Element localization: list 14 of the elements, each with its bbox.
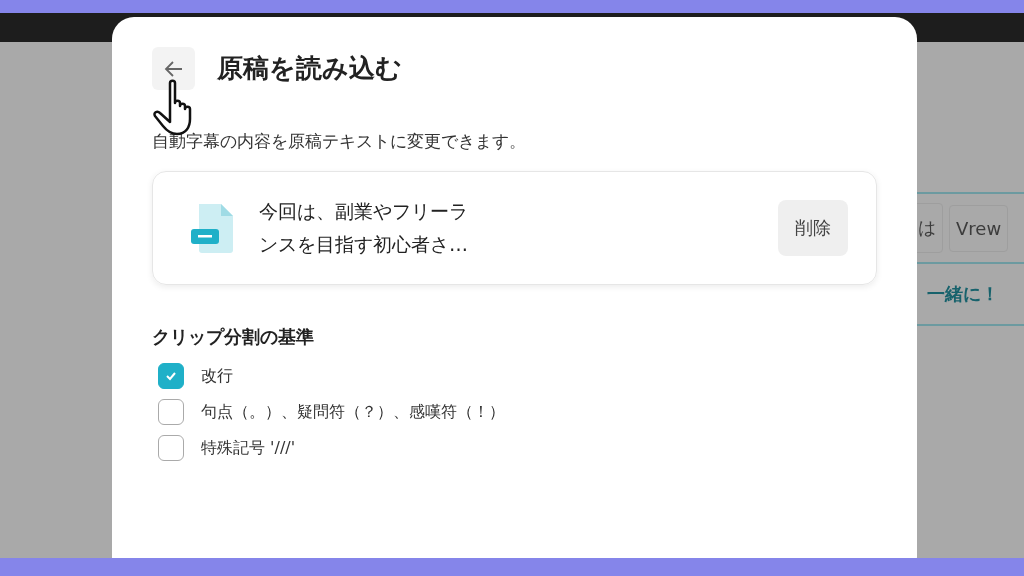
section-title: クリップ分割の基準 [152,325,315,349]
file-preview-text: 今回は、副業やフリーランスを目指す初心者さ… [259,198,469,257]
description-text: 自動字幕の内容を原稿テキストに変更できます。 [152,130,527,153]
checkbox[interactable] [158,435,184,461]
delete-button[interactable]: 削除 [778,200,848,256]
checkbox[interactable] [158,363,184,389]
checkbox[interactable] [158,399,184,425]
dialog-title: 原稿を読み込む [217,52,402,85]
option-label: 改行 [201,365,233,387]
option-label: 句点（。）、疑問符（？）、感嘆符（！） [201,401,505,423]
word-chip: Vrew [949,204,1009,252]
back-button[interactable] [152,47,195,90]
caption-text: 一緒に！ [926,282,999,306]
option-label: 特殊記号 '///' [201,437,296,459]
